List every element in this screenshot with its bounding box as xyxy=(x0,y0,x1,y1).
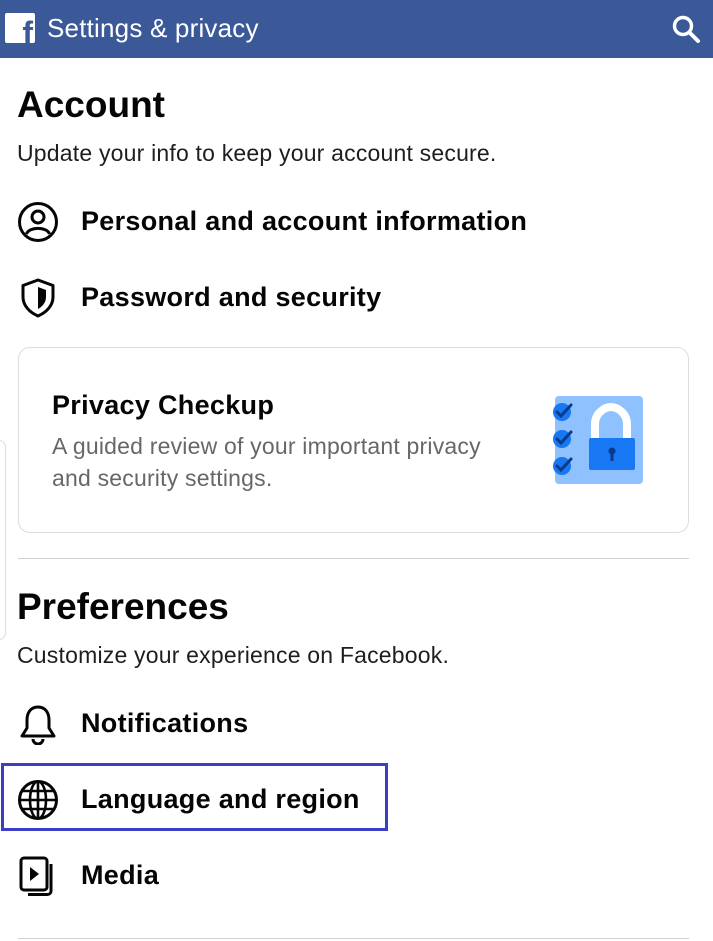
menu-item-notifications[interactable]: Notifications xyxy=(0,690,713,756)
search-icon xyxy=(672,15,700,43)
preferences-section-title: Preferences xyxy=(17,586,229,627)
menu-item-label: Notifications xyxy=(81,708,249,738)
section-divider xyxy=(18,938,689,939)
privacy-checkup-description: A guided review of your important privac… xyxy=(52,433,481,491)
menu-item-label: Media xyxy=(81,860,160,890)
background-card-edge xyxy=(0,440,6,640)
privacy-checkup-title: Privacy Checkup xyxy=(52,390,275,420)
menu-item-password-security[interactable]: Password and security xyxy=(0,264,713,330)
shield-icon xyxy=(17,277,59,319)
preferences-section-subtitle: Customize your experience on Facebook. xyxy=(17,642,450,668)
lock-checklist-icon xyxy=(549,394,645,486)
selection-highlight xyxy=(1,763,388,831)
account-section-title: Account xyxy=(17,84,165,125)
menu-item-media[interactable]: Media xyxy=(0,842,713,908)
top-bar: f Settings & privacy xyxy=(0,0,713,58)
menu-item-label: Personal and account information xyxy=(81,206,528,236)
menu-item-personal-account-info[interactable]: Personal and account information xyxy=(0,188,713,254)
person-circle-icon xyxy=(17,201,59,243)
media-icon xyxy=(17,855,59,897)
section-divider xyxy=(18,558,689,559)
bell-icon xyxy=(17,703,59,745)
page-title: Settings & privacy xyxy=(47,13,259,43)
facebook-logo-icon[interactable]: f xyxy=(5,13,35,43)
account-section-subtitle: Update your info to keep your account se… xyxy=(17,140,497,166)
search-button[interactable] xyxy=(668,12,704,46)
privacy-checkup-card[interactable]: Privacy Checkup A guided review of your … xyxy=(18,347,689,533)
menu-item-label: Password and security xyxy=(81,282,382,312)
